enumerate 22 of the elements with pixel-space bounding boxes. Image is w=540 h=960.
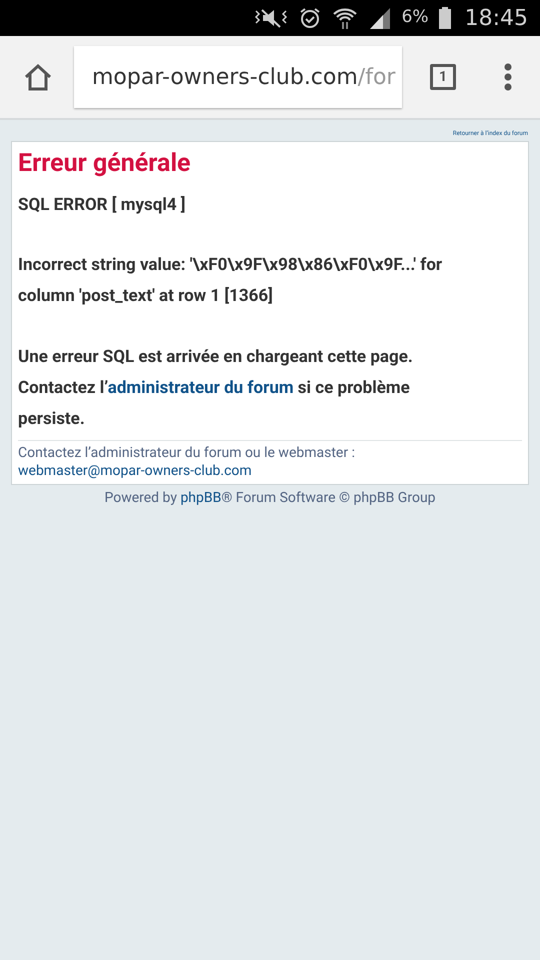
tab-count-button[interactable]: 1 <box>430 64 456 90</box>
error-heading: SQL ERROR [ mysql4 ] <box>18 194 187 217</box>
error-message: Une erreur SQL est arrivée en chargeant cette page. Contactez l’administrateur du forum si ce problème persiste. <box>18 346 414 431</box>
wifi-icon <box>332 6 358 30</box>
battery-percent: 6% <box>402 6 429 30</box>
signal-icon <box>368 6 392 30</box>
phpbb-link[interactable]: phpBB <box>180 490 222 506</box>
clock-time: 18:45 <box>464 4 528 32</box>
battery-icon <box>438 7 451 29</box>
admin-link[interactable]: administrateur du forum <box>108 378 294 398</box>
home-icon <box>23 63 53 91</box>
url-field[interactable]: mopar-owners-club.com/for <box>74 46 402 108</box>
url-host: mopar-owners-club.com <box>92 64 358 92</box>
url-path: /for <box>358 64 396 92</box>
error-title: Erreur générale <box>18 148 192 180</box>
webmaster-email-link[interactable]: webmaster@mopar-owners-club.com <box>18 462 252 480</box>
contact-text: Contactez l’administrateur du forum ou le webmaster : <box>18 444 356 462</box>
mute-vibrate-icon <box>254 7 288 29</box>
menu-icon[interactable] <box>504 63 512 91</box>
powered-by-text: Powered by phpBB® Forum Software © phpBB Group <box>103 489 437 508</box>
alarm-icon <box>298 6 322 30</box>
error-detail: Incorrect string value: '\xF0\x9F\x98\x86\xF0\x9F...' for column 'post_text' at row 1 [1366] <box>18 254 444 308</box>
